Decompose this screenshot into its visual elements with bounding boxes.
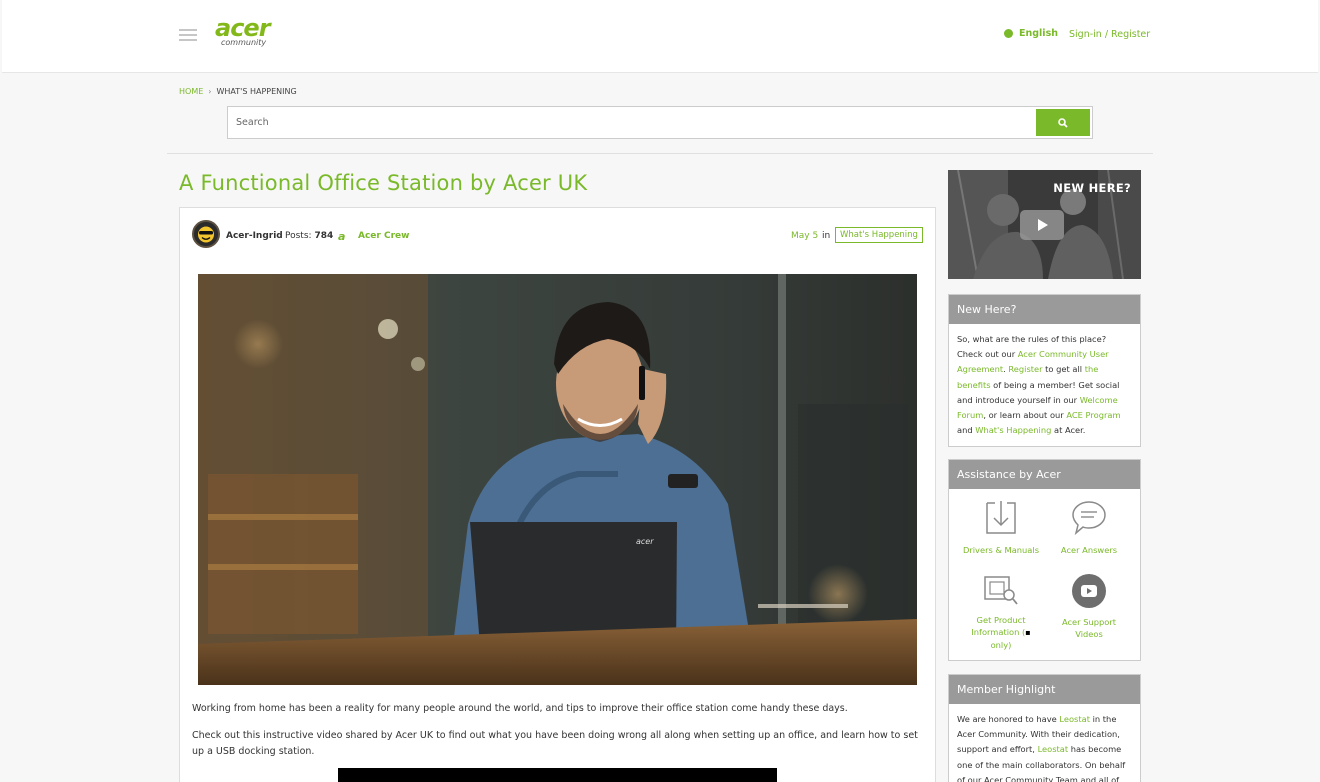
new-here-text-7: at Acer. bbox=[1051, 425, 1086, 436]
breadcrumb-separator: › bbox=[208, 87, 212, 96]
laptop-logo: acer bbox=[636, 537, 654, 546]
assistance-grid: Drivers & Manuals Acer Answers Get Produ… bbox=[949, 489, 1140, 661]
post-paragraph-1: Working from home has been a reality for… bbox=[192, 703, 848, 714]
member-link-2[interactable]: Leostat bbox=[1038, 744, 1069, 754]
ace-program-link[interactable]: ACE Program bbox=[1066, 410, 1120, 420]
category-tag[interactable]: What's Happening bbox=[835, 227, 923, 243]
search-icon bbox=[1058, 117, 1068, 128]
new-here-title: New Here? bbox=[949, 295, 1140, 324]
header-divider bbox=[167, 153, 1153, 154]
new-here-widget: New Here? So, what are the rules of this… bbox=[948, 294, 1141, 447]
youtube-icon bbox=[1072, 574, 1106, 608]
product-info-text-a: Get Product Information ( bbox=[971, 615, 1026, 637]
post-count: Posts: 784 bbox=[285, 231, 333, 241]
member-text-1: We are honored to have bbox=[957, 714, 1060, 724]
avatar-face-icon bbox=[194, 222, 218, 246]
globe-icon bbox=[1004, 29, 1013, 38]
assistance-widget: Assistance by Acer Drivers & Manuals Ace… bbox=[948, 459, 1141, 661]
device-search-icon bbox=[984, 576, 1018, 605]
page-title: A Functional Office Station by Acer UK bbox=[179, 171, 588, 195]
acer-community-logo[interactable]: acer community bbox=[215, 14, 285, 50]
posts-label: Posts: bbox=[285, 231, 312, 241]
post-in-label: in bbox=[822, 231, 831, 241]
support-videos-label: Acer Support Videos bbox=[1061, 617, 1117, 639]
search-input[interactable] bbox=[228, 107, 1036, 138]
breadcrumb: HOME › WHAT'S HAPPENING bbox=[179, 87, 297, 96]
member-highlight-widget: Member Highlight We are honored to have … bbox=[948, 674, 1141, 782]
download-icon bbox=[986, 501, 1016, 534]
breadcrumb-current: WHAT'S HAPPENING bbox=[216, 87, 297, 96]
post-card: Acer-Ingrid Posts: 784 a Acer Crew May 5… bbox=[179, 207, 936, 782]
post-hero-image: acer bbox=[198, 274, 917, 685]
member-link-1[interactable]: Leostat bbox=[1059, 714, 1090, 724]
new-here-text: So, what are the rules of this place? Ch… bbox=[949, 324, 1140, 446]
language-label: English bbox=[1019, 28, 1058, 39]
assistance-title: Assistance by Acer bbox=[949, 460, 1140, 489]
signin-register-link[interactable]: Sign-in / Register bbox=[1069, 29, 1150, 40]
search-bar bbox=[227, 106, 1093, 139]
support-videos-link[interactable]: Acer Support Videos bbox=[1049, 573, 1129, 640]
acer-answers-link[interactable]: Acer Answers bbox=[1049, 499, 1129, 556]
logo-subtitle: community bbox=[221, 38, 267, 47]
member-highlight-title: Member Highlight bbox=[949, 675, 1140, 704]
whats-happening-link[interactable]: What's Happening bbox=[975, 425, 1051, 435]
posts-count: 784 bbox=[314, 231, 334, 241]
new-here-text-3: to get all bbox=[1042, 364, 1085, 375]
breadcrumb-home[interactable]: HOME bbox=[179, 87, 203, 96]
register-link[interactable]: Register bbox=[1008, 364, 1042, 374]
office-photo: acer bbox=[198, 274, 917, 685]
site-header: acer community English Sign-in / Registe… bbox=[2, 0, 1318, 73]
author-name[interactable]: Acer-Ingrid bbox=[226, 231, 283, 241]
promo-heading: NEW HERE? bbox=[1053, 181, 1131, 195]
product-info-label: Get Product Information (▪ only) bbox=[961, 614, 1041, 651]
chat-bubble-icon bbox=[1072, 501, 1106, 536]
product-info-link[interactable]: Get Product Information (▪ only) bbox=[961, 573, 1041, 651]
language-selector[interactable]: English bbox=[1004, 28, 1058, 39]
new-here-text-6: and bbox=[957, 425, 976, 436]
author-rank[interactable]: Acer Crew bbox=[358, 231, 409, 241]
post-paragraph-2: Check out this instructive video shared … bbox=[192, 730, 918, 757]
search-button[interactable] bbox=[1036, 109, 1090, 136]
avatar[interactable] bbox=[192, 220, 220, 248]
menu-icon[interactable] bbox=[179, 29, 197, 41]
new-here-promo[interactable]: NEW HERE? bbox=[948, 170, 1141, 279]
member-highlight-text: We are honored to have Leostat in the Ac… bbox=[949, 704, 1140, 782]
drivers-manuals-link[interactable]: Drivers & Manuals bbox=[961, 499, 1041, 556]
post-date: May 5 bbox=[791, 231, 819, 241]
acer-answers-label: Acer Answers bbox=[1060, 545, 1118, 555]
product-info-text-b: only) bbox=[990, 640, 1012, 650]
windows-icon: ▪ bbox=[1025, 628, 1031, 637]
embedded-video[interactable] bbox=[338, 768, 777, 782]
acer-crew-icon: a bbox=[338, 230, 346, 243]
drivers-manuals-label: Drivers & Manuals bbox=[962, 545, 1040, 555]
new-here-text-5: , or learn about our bbox=[983, 410, 1067, 421]
